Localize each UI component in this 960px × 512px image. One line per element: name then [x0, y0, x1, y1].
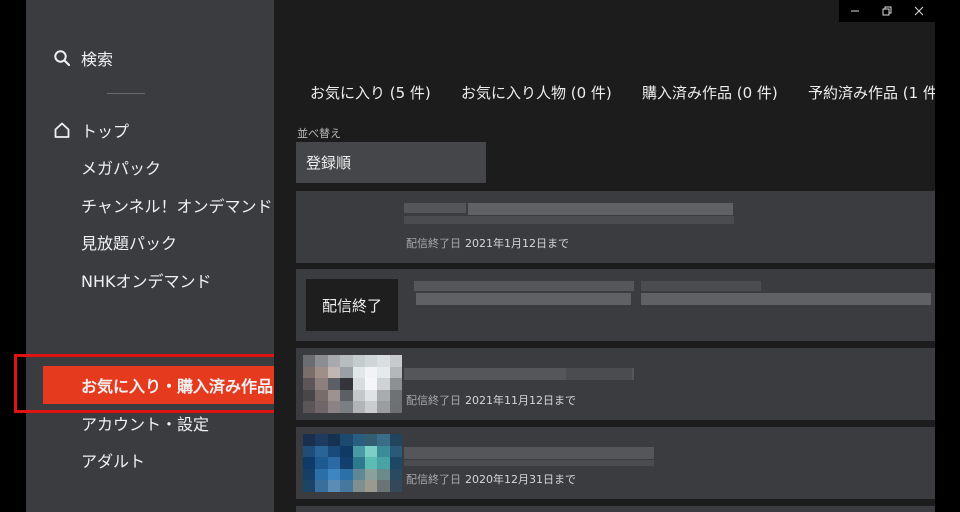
sidebar: 検索 トップ メガパック チャンネル！オンデマンド 見放題パック NHKオンデマ… — [26, 0, 274, 512]
blurred-title — [404, 460, 654, 466]
sidebar-item-label: アカウント・設定 — [81, 415, 210, 434]
search-label: 検索 — [81, 50, 114, 69]
blurred-title — [468, 203, 733, 215]
sort-dropdown[interactable]: 登録順 — [296, 142, 486, 183]
thumbnail — [303, 434, 402, 492]
tab-reserved[interactable]: 予約済み作品 (1 件) — [808, 82, 935, 103]
expire-info: 配信終了日 2020年12月31日まで — [406, 471, 576, 487]
expire-info: 配信終了日 2021年11月12日まで — [406, 392, 576, 408]
list-item[interactable]: 配信終了日 2021年1月12日まで — [296, 191, 935, 263]
main-content: お気に入り (5 件) お気に入り人物 (0 件) 購入済み作品 (0 件) 予… — [274, 0, 935, 512]
search-icon — [54, 50, 71, 67]
sidebar-item-label: メガパック — [81, 159, 162, 178]
list-item[interactable]: 配信終了日 2020年12月31日まで — [296, 427, 935, 499]
expire-date: 2021年11月12日まで — [465, 394, 576, 407]
sidebar-item-nhk-ondemand[interactable]: NHKオンデマンド — [26, 262, 274, 298]
home-icon — [54, 122, 70, 138]
sidebar-item-channel-ondemand[interactable]: チャンネル！オンデマンド — [26, 187, 274, 223]
sidebar-item-account-settings[interactable]: アカウント・設定 — [26, 405, 274, 441]
sidebar-item-label: お気に入り・購入済み作品 — [81, 377, 274, 396]
sidebar-divider — [107, 93, 145, 94]
sidebar-item-top[interactable]: トップ — [26, 112, 274, 148]
expire-info: 配信終了日 2021年1月12日まで — [406, 235, 569, 251]
status-badge: 配信終了 — [306, 279, 398, 331]
sort-label: 並べ替え — [297, 127, 341, 140]
expire-label: 配信終了日 — [406, 473, 461, 486]
expire-date: 2020年12月31日まで — [465, 473, 576, 486]
list-item[interactable]: 配信終了日 2021年11月12日まで — [296, 348, 935, 420]
app-window: 検索 トップ メガパック チャンネル！オンデマンド 見放題パック NHKオンデマ… — [0, 0, 960, 512]
blurred-title — [566, 368, 632, 380]
list-item[interactable] — [296, 506, 935, 512]
thumbnail — [303, 355, 402, 413]
list-item[interactable]: 配信終了 — [296, 269, 935, 341]
close-button[interactable] — [903, 0, 935, 22]
sidebar-item-label: トップ — [81, 122, 130, 141]
expire-label: 配信終了日 — [406, 394, 461, 407]
sidebar-item-label: 見放題パック — [81, 234, 178, 253]
close-icon — [914, 6, 924, 16]
blurred-title — [404, 447, 654, 459]
tab-favorite-people[interactable]: お気に入り人物 (0 件) — [461, 82, 612, 103]
restore-button[interactable] — [871, 0, 903, 22]
sidebar-item-search[interactable]: 検索 — [26, 40, 274, 76]
tab-favorites[interactable]: お気に入り (5 件) — [310, 82, 431, 103]
tab-purchased[interactable]: 購入済み作品 (0 件) — [642, 82, 778, 103]
sidebar-item-label: アダルト — [81, 452, 146, 471]
minimize-button[interactable] — [839, 0, 871, 22]
sidebar-item-label: チャンネル！オンデマンド — [81, 197, 273, 216]
blurred-title — [414, 281, 634, 291]
sidebar-item-adult[interactable]: アダルト — [26, 442, 274, 478]
expire-date: 2021年1月12日まで — [465, 237, 569, 250]
expire-label: 配信終了日 — [406, 237, 461, 250]
sidebar-item-megapack[interactable]: メガパック — [26, 149, 274, 185]
blurred-title — [404, 203, 466, 213]
blurred-title — [641, 293, 931, 305]
window-controls — [839, 0, 935, 22]
blurred-title — [404, 216, 734, 224]
sidebar-item-unlimited-pack[interactable]: 見放題パック — [26, 224, 274, 260]
restore-icon — [882, 6, 892, 16]
blurred-title — [641, 281, 761, 291]
sort-selected-value: 登録順 — [306, 154, 352, 172]
sidebar-item-label: NHKオンデマンド — [81, 272, 212, 291]
minimize-icon — [851, 10, 859, 12]
blurred-title — [416, 293, 631, 305]
sidebar-item-favorites-purchased[interactable]: お気に入り・購入済み作品 — [43, 366, 274, 404]
